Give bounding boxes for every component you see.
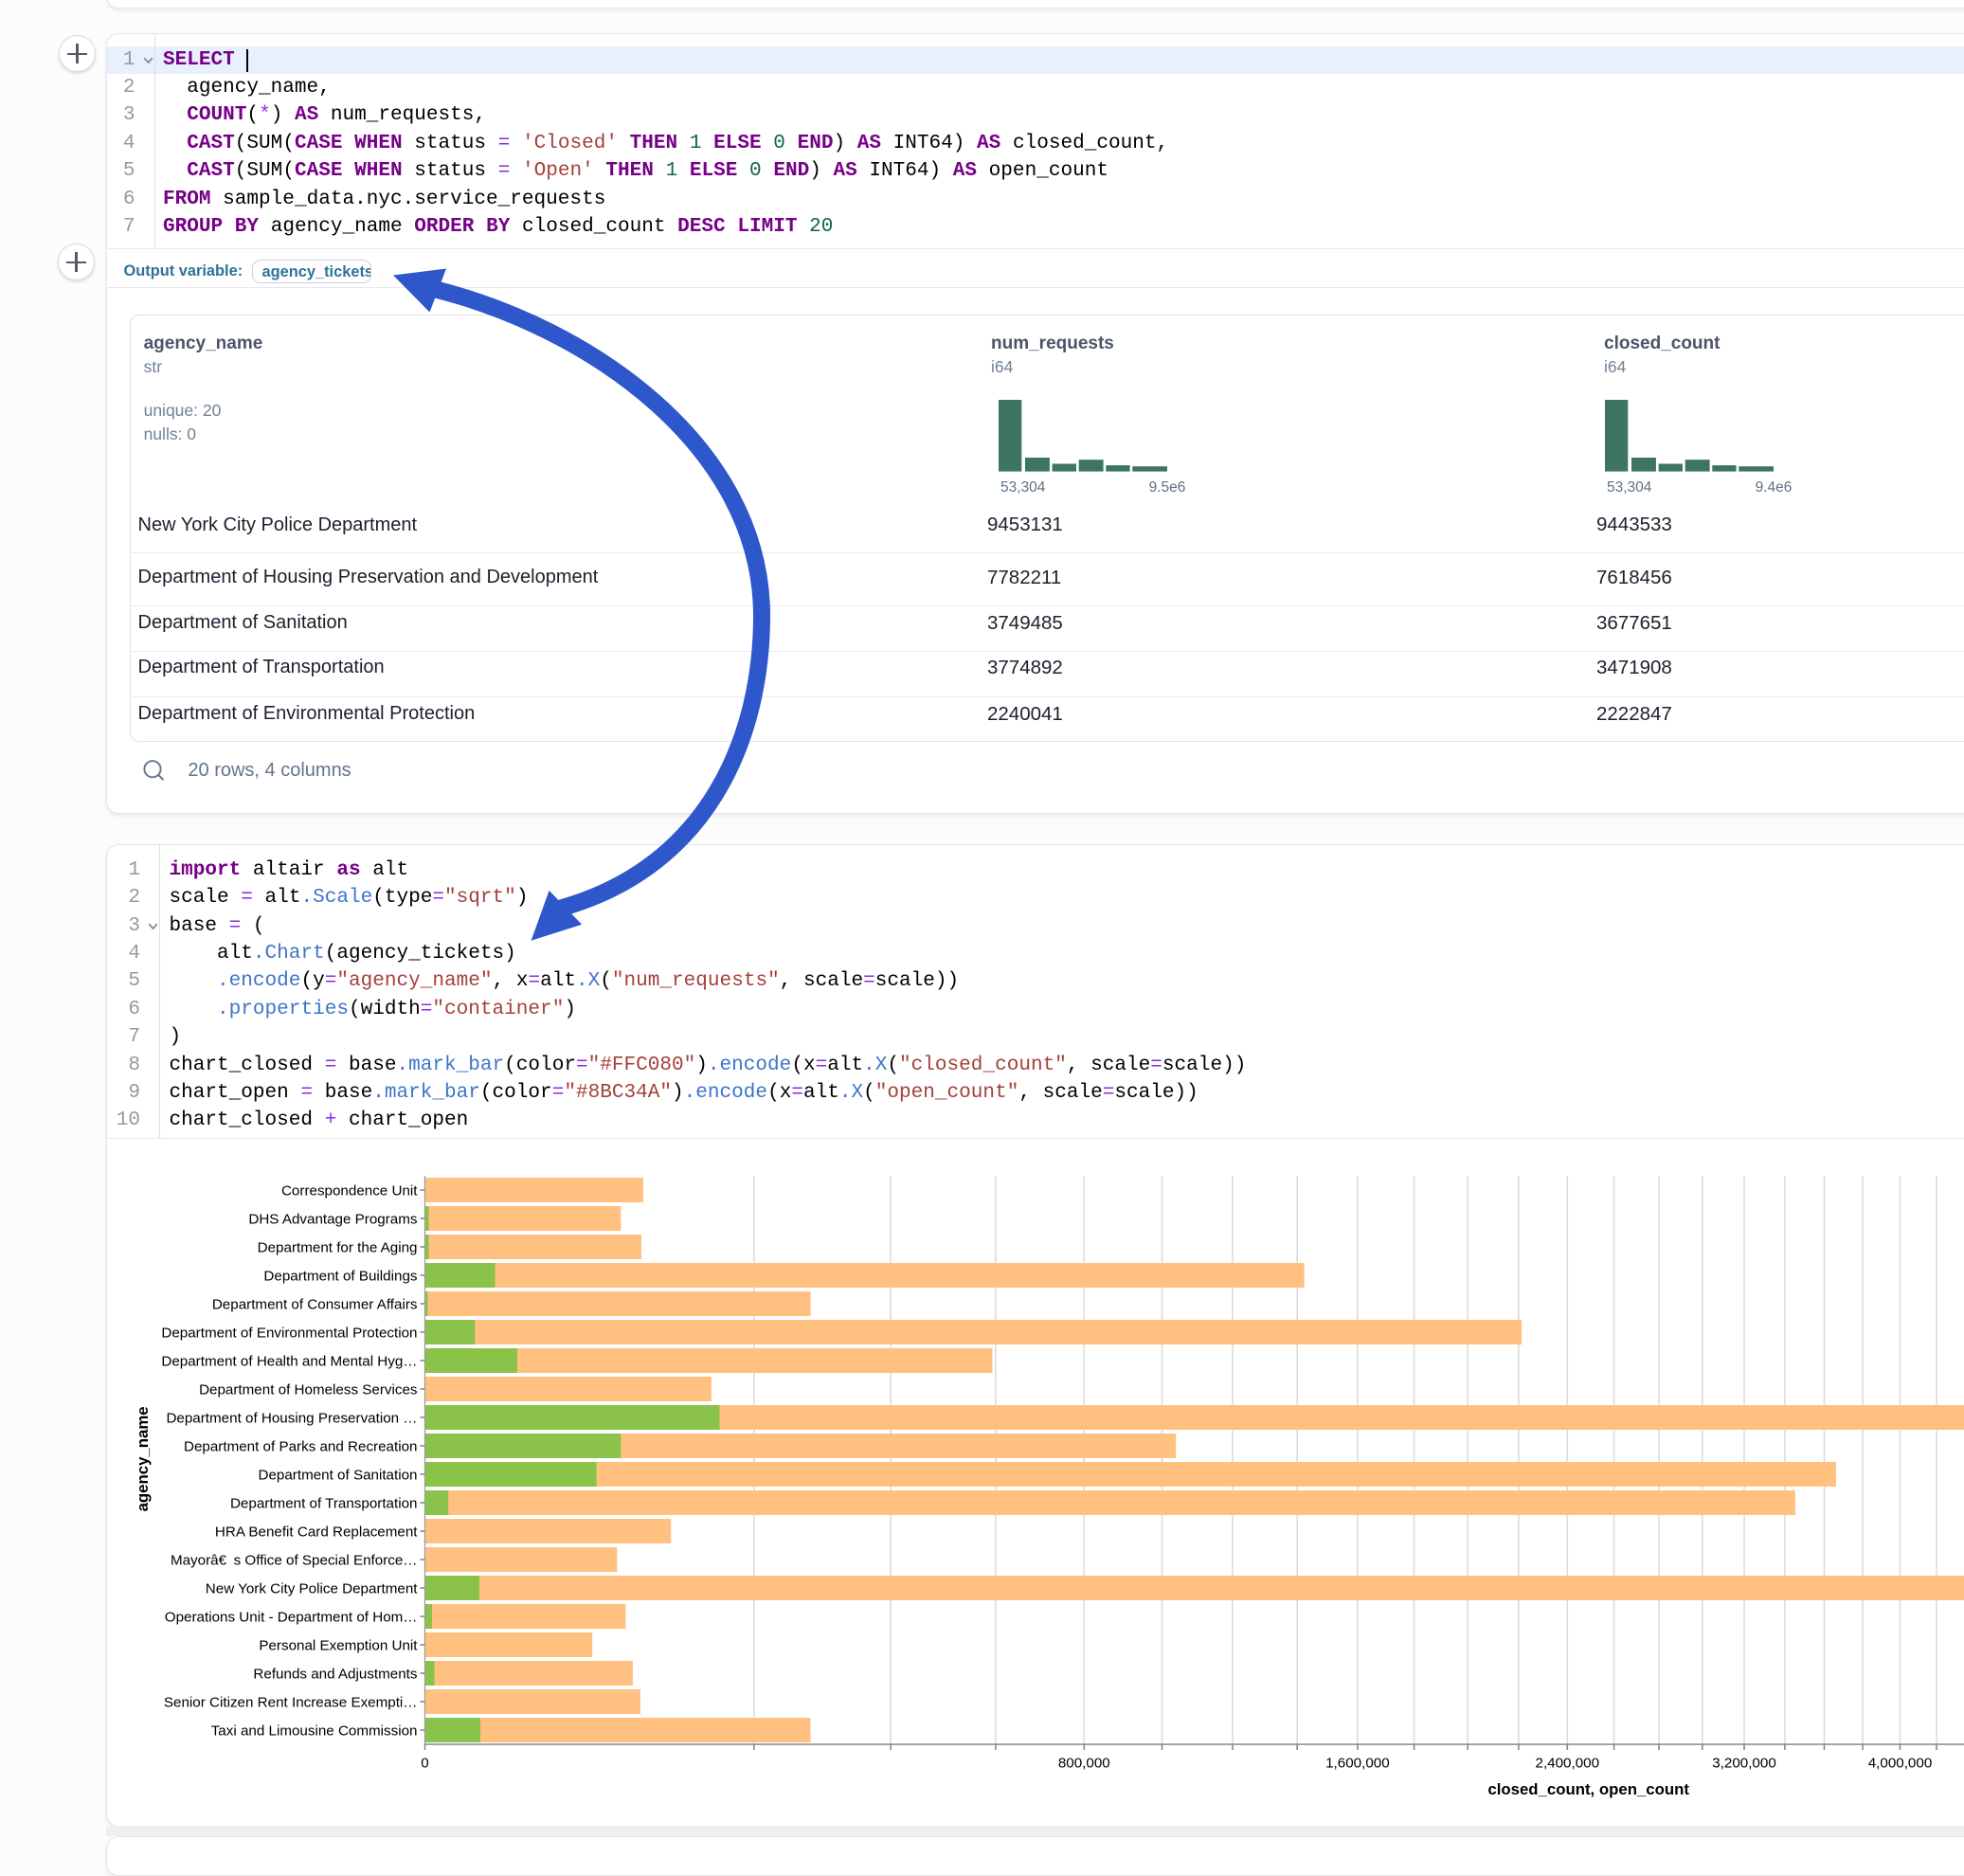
svg-text:Department of Consumer Affairs: Department of Consumer Affairs (212, 1297, 418, 1313)
svg-text:Refunds and Adjustments: Refunds and Adjustments (253, 1667, 417, 1683)
svg-text:53,304: 53,304 (1607, 479, 1652, 495)
svg-text:Department of Housing Preserva: Department of Housing Preservation … (166, 1411, 417, 1427)
svg-text:53,304: 53,304 (1000, 479, 1046, 495)
svg-text:Department of Homeless Service: Department of Homeless Services (199, 1382, 418, 1398)
svg-text:2,400,000: 2,400,000 (1536, 1756, 1600, 1772)
svg-text:Department of Health and Menta: Department of Health and Mental Hyg… (161, 1354, 417, 1370)
svg-text:HRA Benefit Card Replacement: HRA Benefit Card Replacement (215, 1524, 418, 1541)
svg-text:Senior Citizen Rent Increase E: Senior Citizen Rent Increase Exempti… (164, 1695, 418, 1711)
svg-text:New York City Police Departmen: New York City Police Department (206, 1581, 418, 1597)
svg-text:Taxi and Limousine Commission: Taxi and Limousine Commission (211, 1723, 418, 1740)
svg-text:closed_count, open_count: closed_count, open_count (1487, 1780, 1689, 1798)
svg-text:Correspondence Unit: Correspondence Unit (281, 1183, 418, 1200)
svg-text:Mayorâ€ s Office of Special En: Mayorâ€ s Office of Special Enforce… (171, 1553, 418, 1569)
svg-text:9.4e6: 9.4e6 (1755, 479, 1792, 495)
svg-text:3,200,000: 3,200,000 (1712, 1756, 1776, 1772)
svg-text:Department of Buildings: Department of Buildings (263, 1269, 417, 1285)
svg-text:800,000: 800,000 (1058, 1756, 1110, 1772)
svg-text:4,000,000: 4,000,000 (1868, 1756, 1933, 1772)
svg-text:DHS Advantage Programs: DHS Advantage Programs (248, 1212, 418, 1228)
svg-text:Department of Parks and Recrea: Department of Parks and Recreation (184, 1439, 418, 1455)
svg-text:Personal Exemption Unit: Personal Exemption Unit (259, 1638, 418, 1654)
svg-text:9.5e6: 9.5e6 (1149, 479, 1186, 495)
svg-text:Department of Sanitation: Department of Sanitation (258, 1468, 417, 1484)
svg-text:1,600,000: 1,600,000 (1325, 1756, 1390, 1772)
svg-text:Department of Environmental Pr: Department of Environmental Protection (161, 1326, 417, 1342)
svg-text:agency_name: agency_name (134, 1406, 152, 1511)
svg-text:0: 0 (421, 1756, 428, 1772)
svg-text:Department of Transportation: Department of Transportation (230, 1496, 418, 1512)
svg-text:Operations Unit - Department o: Operations Unit - Department of Hom… (165, 1610, 418, 1626)
svg-text:Department for the Aging: Department for the Aging (258, 1240, 418, 1256)
